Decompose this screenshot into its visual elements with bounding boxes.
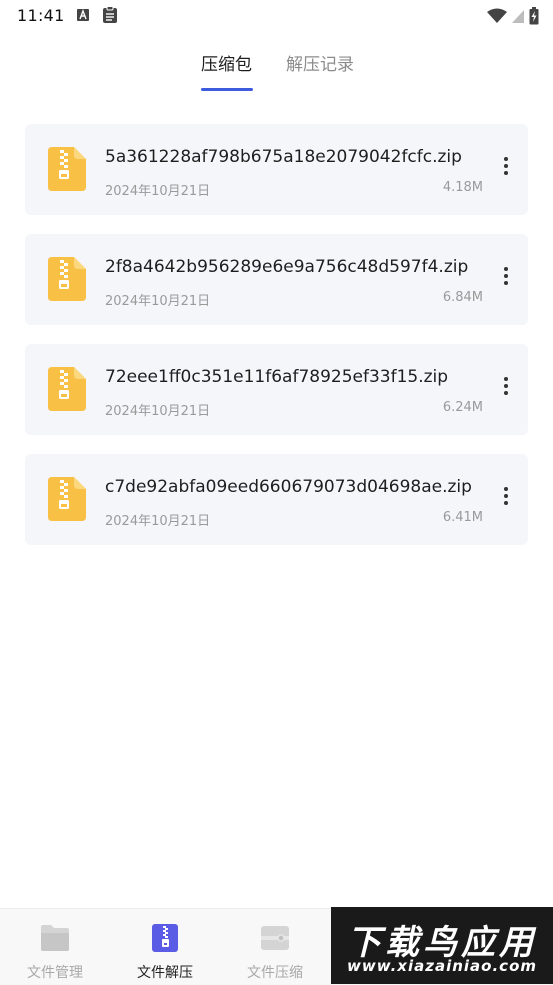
file-item[interactable]: 72eee1ff0c351e11f6af78925ef33f15.zip 202… xyxy=(25,344,528,435)
more-options-icon[interactable] xyxy=(496,154,516,184)
file-size: 6.84M xyxy=(442,290,483,305)
nav-file-extract[interactable]: 文件解压 xyxy=(110,909,220,985)
wifi-icon xyxy=(487,8,507,23)
more-options-icon[interactable] xyxy=(496,484,516,514)
file-size: 6.41M xyxy=(442,510,483,525)
signal-icon xyxy=(512,10,524,23)
more-options-icon[interactable] xyxy=(496,264,516,294)
file-date: 2024年10月21日 xyxy=(105,514,211,529)
watermark-url: www.xiazainiao.com xyxy=(346,957,538,975)
file-date: 2024年10月21日 xyxy=(105,404,211,419)
more-options-icon[interactable] xyxy=(496,374,516,404)
tab-indicator xyxy=(201,88,253,91)
folder-icon xyxy=(41,925,69,951)
file-item[interactable]: 2f8a4642b956289e6e9a756c48d597f4.zip 202… xyxy=(25,234,528,325)
file-name: 2f8a4642b956289e6e9a756c48d597f4.zip xyxy=(105,257,469,277)
battery-charging-icon xyxy=(529,7,539,25)
tab-archives[interactable]: 压缩包 xyxy=(201,50,252,75)
status-right-icons xyxy=(487,6,539,26)
file-size: 4.18M xyxy=(442,180,483,195)
clipboard-icon xyxy=(103,6,117,23)
zip-file-icon xyxy=(48,147,86,191)
zip-file-icon xyxy=(48,477,86,521)
zip-file-icon xyxy=(152,924,178,952)
nav-file-compress[interactable]: 文件压缩 xyxy=(220,909,330,985)
file-list: 5a361228af798b675a18e2079042fcfc.zip 202… xyxy=(25,124,528,564)
nav-label: 文件压缩 xyxy=(247,965,303,981)
file-date: 2024年10月21日 xyxy=(105,294,211,309)
file-date: 2024年10月21日 xyxy=(105,184,211,199)
file-size: 6.24M xyxy=(442,400,483,415)
zip-file-icon xyxy=(48,257,86,301)
a-notification-icon xyxy=(77,9,89,21)
file-item[interactable]: c7de92abfa09eed660679073d04698ae.zip 202… xyxy=(25,454,528,545)
status-time: 11:41 xyxy=(17,6,65,25)
compress-icon xyxy=(261,926,289,950)
nav-file-manager[interactable]: 文件管理 xyxy=(0,909,110,985)
watermark-logo: 下载鸟应用 www.xiazainiao.com xyxy=(331,907,553,984)
file-name: 5a361228af798b675a18e2079042fcfc.zip xyxy=(105,147,462,167)
file-item[interactable]: 5a361228af798b675a18e2079042fcfc.zip 202… xyxy=(25,124,528,215)
status-bar: 11:41 xyxy=(0,0,553,32)
nav-label: 文件管理 xyxy=(27,965,83,981)
top-tabs: 压缩包 解压记录 xyxy=(0,48,553,94)
nav-label: 文件解压 xyxy=(137,965,193,981)
file-name: 72eee1ff0c351e11f6af78925ef33f15.zip xyxy=(105,367,449,387)
tab-extract-history[interactable]: 解压记录 xyxy=(286,50,354,75)
file-name: c7de92abfa09eed660679073d04698ae.zip xyxy=(105,477,472,497)
zip-file-icon xyxy=(48,367,86,411)
